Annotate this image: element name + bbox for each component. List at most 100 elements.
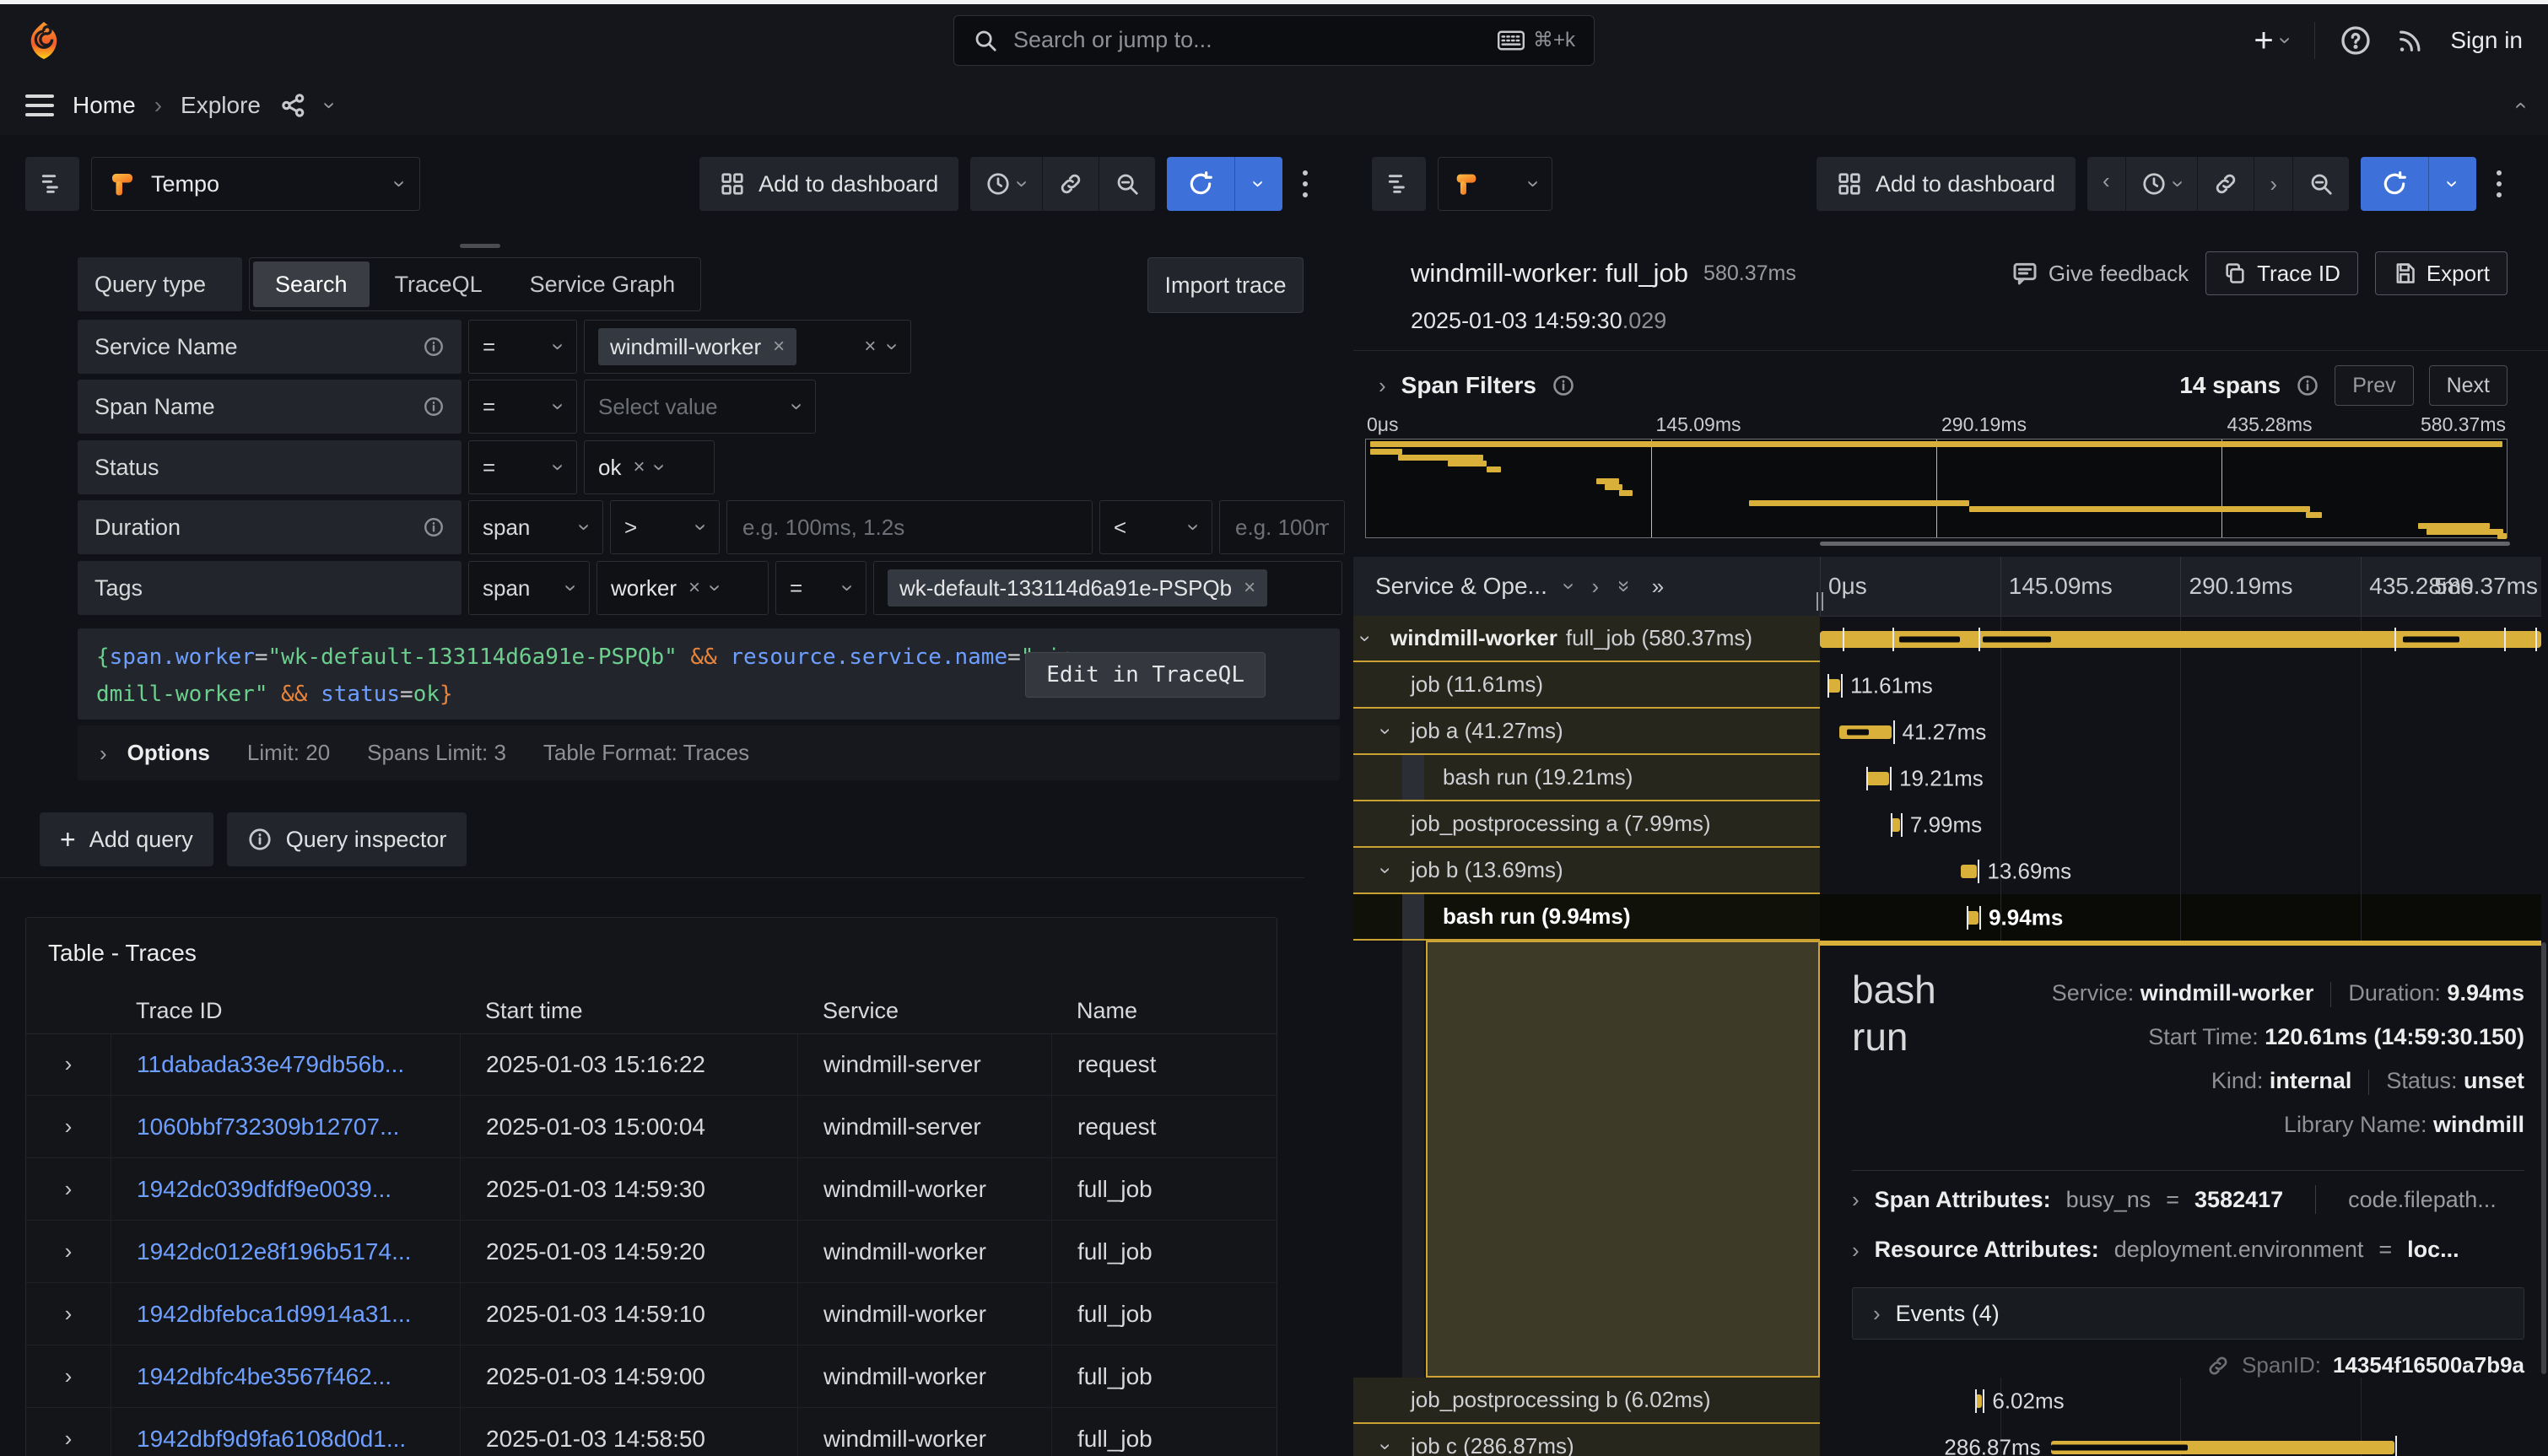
- trace-id-link[interactable]: 1942dc039dfdf9e0039...: [137, 1176, 391, 1203]
- duration-scope-select[interactable]: span›: [468, 500, 603, 554]
- run-query-button[interactable]: ›: [2361, 157, 2476, 211]
- tags-op-select[interactable]: =›: [775, 561, 866, 615]
- row-expander-icon[interactable]: ›: [26, 1426, 111, 1452]
- duration-gt-select[interactable]: >›: [610, 500, 720, 554]
- span-name-cell[interactable]: bash run (19.21ms): [1353, 755, 1820, 801]
- chevron-down-icon[interactable]: ›: [1558, 583, 1580, 590]
- import-trace-button[interactable]: Import trace: [1147, 257, 1304, 313]
- query-outline-icon[interactable]: [1372, 157, 1426, 211]
- row-expander-icon[interactable]: ›: [26, 1114, 111, 1140]
- span-attributes-row[interactable]: › Span Attributes: busy_ns=3582417 code.…: [1852, 1185, 2524, 1214]
- trace-id-link[interactable]: 1942dc012e8f196b5174...: [137, 1238, 411, 1265]
- status-value-select[interactable]: ok ×›: [584, 440, 715, 494]
- span-name-cell[interactable]: job_postprocessing b (6.02ms): [1353, 1378, 1820, 1424]
- chevron-down-icon[interactable]: ›: [319, 102, 341, 110]
- filter-chip[interactable]: windmill-worker×: [598, 328, 796, 365]
- expand-all-icon[interactable]: »: [1652, 574, 1664, 600]
- span-timeline-cell[interactable]: 41.27ms: [1820, 709, 2541, 755]
- vertical-scrollbar[interactable]: [2541, 942, 2546, 1374]
- span-timeline-cell[interactable]: 6.02ms: [1820, 1378, 2541, 1424]
- duration-min-input[interactable]: [726, 500, 1093, 554]
- chevron-down-icon[interactable]: ›: [1375, 867, 1395, 874]
- share-icon[interactable]: [279, 91, 308, 120]
- tab-traceql[interactable]: TraceQL: [373, 262, 505, 307]
- search-input[interactable]: [1012, 26, 1484, 54]
- datasource-picker-mini[interactable]: ›: [1438, 157, 1552, 211]
- menu-icon[interactable]: [25, 94, 54, 116]
- new-button[interactable]: + ›: [2254, 24, 2289, 57]
- datasource-picker[interactable]: Tempo ›: [91, 157, 420, 211]
- add-query-button[interactable]: + Add query: [40, 812, 213, 866]
- run-query-button[interactable]: ›: [1167, 157, 1282, 211]
- chevron-down-icon[interactable]: ›: [1375, 1443, 1395, 1450]
- span-timeline-cell[interactable]: 286.87ms: [1820, 1424, 2541, 1456]
- col-trace-id[interactable]: Trace ID: [111, 998, 460, 1024]
- row-expander-icon[interactable]: ›: [26, 1176, 111, 1202]
- link-button[interactable]: [2198, 157, 2254, 211]
- events-row[interactable]: › Events (4): [1852, 1287, 2524, 1340]
- span-timeline-cell[interactable]: 9.94ms: [1820, 894, 2541, 941]
- edit-in-traceql-button[interactable]: Edit in TraceQL: [1025, 652, 1266, 698]
- span-bar[interactable]: [1967, 911, 1979, 925]
- trace-minimap[interactable]: [1365, 439, 2508, 538]
- time-picker-button[interactable]: ›: [970, 157, 1043, 211]
- trace-id-link[interactable]: 1060bbf732309b12707...: [137, 1114, 399, 1141]
- remove-icon[interactable]: ×: [633, 456, 645, 479]
- row-expander-icon[interactable]: ›: [26, 1363, 111, 1389]
- service-name-op-select[interactable]: =›: [468, 320, 577, 374]
- run-query-dropdown[interactable]: ›: [1234, 157, 1282, 211]
- duration-max-input[interactable]: [1219, 500, 1345, 554]
- span-name-cell[interactable]: ›job c (286.87ms): [1353, 1424, 1820, 1456]
- service-name-value-select[interactable]: windmill-worker× ×›: [584, 320, 911, 374]
- next-span-button[interactable]: Next: [2429, 365, 2508, 406]
- span-timeline-cell[interactable]: 19.21ms: [1820, 755, 2541, 801]
- add-to-dashboard-button[interactable]: Add to dashboard: [1817, 157, 2076, 211]
- collapse-pane-icon[interactable]: ›: [2508, 102, 2530, 110]
- span-filters-title[interactable]: Span Filters: [1401, 372, 1536, 399]
- scroll-thumb[interactable]: [460, 244, 500, 248]
- col-service[interactable]: Service: [797, 998, 1051, 1024]
- tags-scope-select[interactable]: span›: [468, 561, 590, 615]
- tags-value-select[interactable]: wk-default-133114d6a91e-PSPQb×: [873, 561, 1342, 615]
- prev-span-button[interactable]: Prev: [2335, 365, 2413, 406]
- span-timeline-cell[interactable]: 7.99ms: [1820, 801, 2541, 848]
- span-timeline-cell[interactable]: 11.61ms: [1820, 662, 2541, 709]
- query-inspector-button[interactable]: Query inspector: [227, 812, 467, 866]
- chevron-down-icon[interactable]: ›: [1375, 728, 1395, 735]
- tags-key-select[interactable]: worker ×›: [597, 561, 769, 615]
- duration-lt-select[interactable]: <›: [1099, 500, 1212, 554]
- row-expander-icon[interactable]: ›: [26, 1051, 111, 1077]
- news-rss-icon[interactable]: [2396, 26, 2425, 55]
- span-name-cell[interactable]: job (11.61ms): [1353, 662, 1820, 709]
- add-to-dashboard-button[interactable]: Add to dashboard: [699, 157, 958, 211]
- tab-search[interactable]: Search: [253, 262, 370, 307]
- row-expander-icon[interactable]: ›: [26, 1238, 111, 1265]
- kebab-menu-icon[interactable]: [2488, 170, 2510, 197]
- grafana-logo[interactable]: [25, 20, 62, 61]
- status-op-select[interactable]: =›: [468, 440, 577, 494]
- options-row[interactable]: › Options Limit: 20 Spans Limit: 3 Table…: [78, 725, 1340, 780]
- row-expander-icon[interactable]: ›: [26, 1301, 111, 1327]
- span-name-cell[interactable]: job_postprocessing a (7.99ms): [1353, 801, 1820, 848]
- clear-icon[interactable]: ×: [864, 335, 876, 359]
- span-timeline-cell[interactable]: 13.69ms: [1820, 848, 2541, 894]
- col-name[interactable]: Name: [1051, 998, 1277, 1024]
- expanded-span-region[interactable]: [1426, 941, 1820, 1378]
- chevron-right-icon[interactable]: ›: [1379, 375, 1386, 396]
- time-picker-button[interactable]: ›: [2126, 157, 2199, 211]
- remove-icon[interactable]: ×: [1244, 576, 1255, 600]
- filter-chip[interactable]: wk-default-133114d6a91e-PSPQb×: [888, 569, 1267, 607]
- query-outline-icon[interactable]: [25, 157, 79, 211]
- breadcrumb-explore[interactable]: Explore: [181, 92, 261, 119]
- trace-id-link[interactable]: 1942dbf9d9fa6108d0d1...: [137, 1426, 406, 1453]
- remove-icon[interactable]: ×: [773, 335, 785, 359]
- trace-id-button[interactable]: Trace ID: [2205, 251, 2358, 295]
- trace-id-link[interactable]: 1942dbfc4be3567f462...: [137, 1363, 391, 1390]
- span-bar[interactable]: [1866, 772, 1889, 785]
- span-bar[interactable]: [1827, 679, 1840, 693]
- span-name-cell[interactable]: ›windmill-workerfull_job (580.37ms): [1353, 616, 1820, 662]
- global-search[interactable]: ⌘+k: [953, 15, 1595, 66]
- resource-attributes-row[interactable]: › Resource Attributes: deployment.enviro…: [1852, 1237, 2524, 1263]
- sign-in-button[interactable]: Sign in: [2450, 27, 2523, 54]
- span-bar[interactable]: [1961, 865, 1978, 878]
